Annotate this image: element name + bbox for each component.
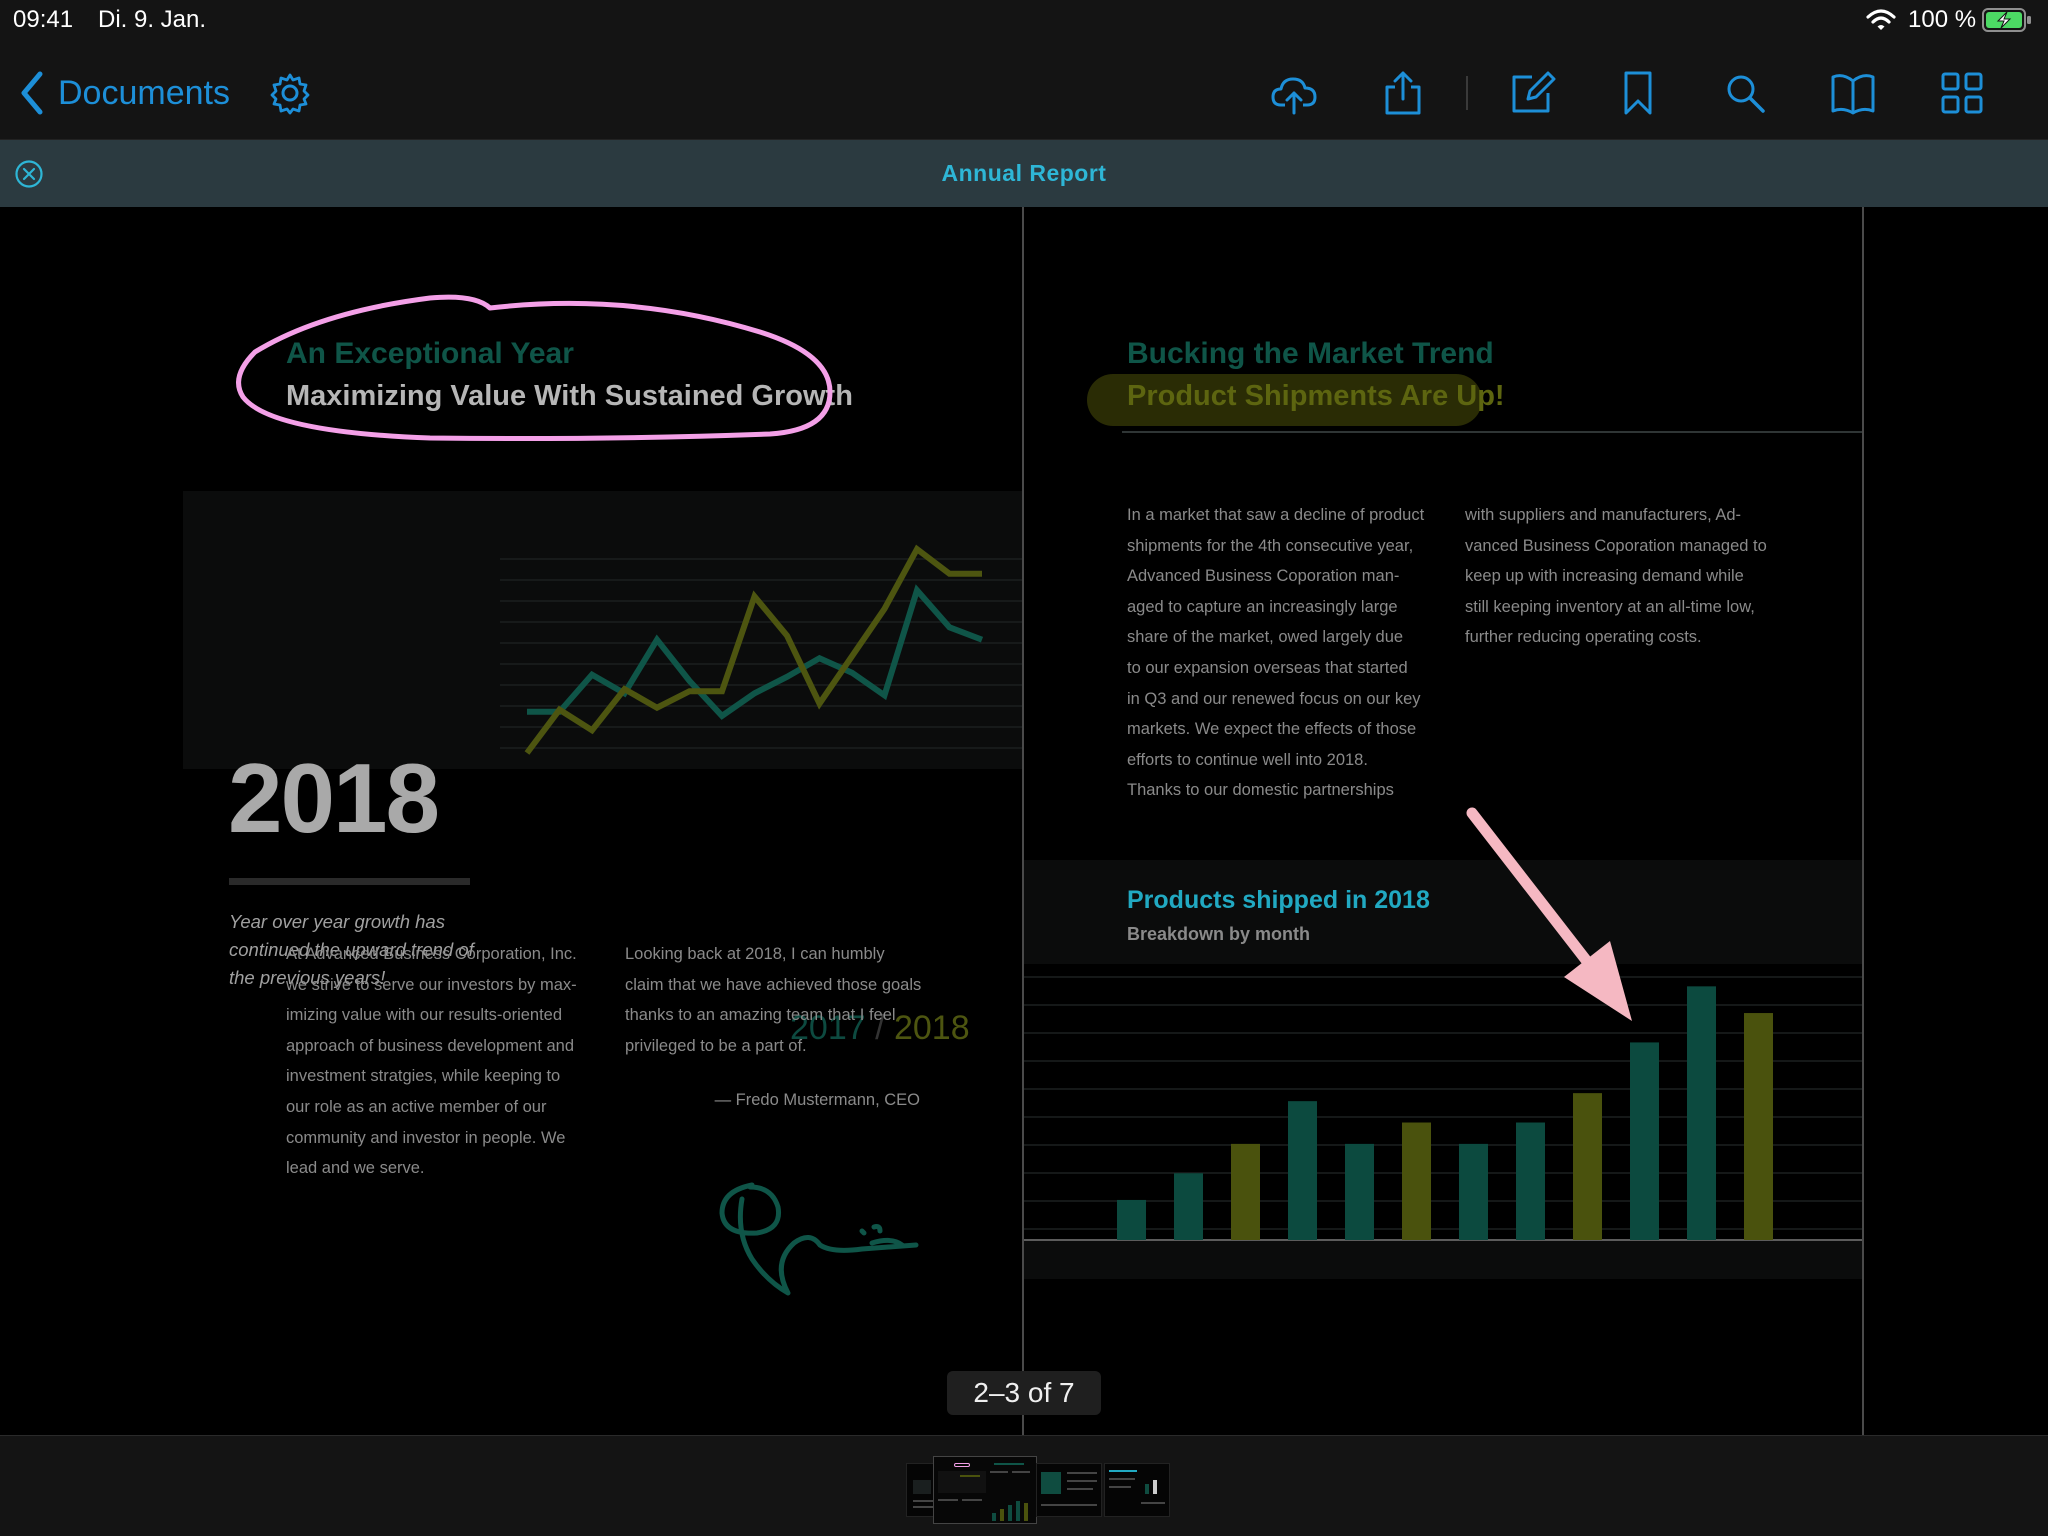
- text-line: our role as an active member of our: [286, 1097, 547, 1116]
- reading-mode-button[interactable]: [1826, 66, 1880, 120]
- products-shipped-bar-chart: [1024, 976, 1862, 1279]
- left-page-column-1: At Advanced Business Corporation, Inc. we…: [286, 939, 596, 1184]
- text-line: to our expansion overseas that started: [1127, 658, 1408, 677]
- bar-month-4: [1288, 1101, 1317, 1240]
- text-line: approach of business development and: [286, 1036, 575, 1055]
- edit-annotate-icon: [1512, 71, 1556, 113]
- text-line: investment stratgies, while keeping to: [286, 1067, 561, 1086]
- right-page-subheading: Product Shipments Are Up!: [1127, 380, 1505, 412]
- bar-month-3: [1231, 1143, 1260, 1240]
- share-icon: [1385, 71, 1421, 115]
- text-line: claim that we have achieved those goals: [625, 975, 922, 994]
- bar-month-7: [1459, 1143, 1488, 1240]
- line-series-2017: [527, 584, 984, 720]
- back-documents-button[interactable]: Documents: [18, 66, 230, 120]
- search-button[interactable]: [1718, 66, 1772, 120]
- bar-month-6: [1402, 1122, 1431, 1240]
- document-spread[interactable]: An Exceptional Year Maximizing Value Wit…: [0, 207, 2048, 1435]
- thumbnail-pages-6-7[interactable]: [1104, 1463, 1170, 1517]
- text-line: Thanks to our domestic partnerships: [1127, 781, 1394, 800]
- close-icon[interactable]: [14, 159, 44, 189]
- text-line: further reducing operating costs.: [1465, 628, 1702, 647]
- bar-chart-subtitle: Breakdown by month: [1127, 924, 1311, 944]
- bar-month-2: [1174, 1173, 1203, 1240]
- bar-month-9: [1573, 1093, 1602, 1240]
- document-title: Annual Report: [941, 160, 1107, 186]
- document-title-bar: Annual Report: [0, 140, 2048, 207]
- toolbar-separator: [1466, 76, 1468, 110]
- page-right-edge: [1862, 207, 1864, 1435]
- text-line: privileged to be a part of.: [625, 1036, 807, 1055]
- text-line: keep up with increasing demand while: [1465, 567, 1744, 586]
- text-line: community and investor in people. We: [286, 1128, 566, 1147]
- text-line: imizing value with our results-oriented: [286, 1006, 563, 1025]
- text-line: share of the market, owed largely due: [1127, 628, 1404, 647]
- thumbnail-pages-4-5[interactable]: [1036, 1463, 1102, 1517]
- handwritten-signature: [719, 1182, 919, 1296]
- text-line: thanks to an amazing team that I feel: [625, 1006, 896, 1025]
- bar-month-11: [1687, 986, 1716, 1240]
- reading-mode-book-icon: [1831, 74, 1875, 115]
- text-line: Advanced Business Coporation man-: [1127, 567, 1400, 586]
- bookmark-button[interactable]: [1611, 66, 1665, 120]
- pink-circle-annotation[interactable]: [230, 282, 840, 462]
- pink-arrow-annotation[interactable]: [1460, 801, 1660, 1051]
- year-rule: [229, 878, 470, 885]
- grid-view-icon: [1941, 72, 1983, 114]
- text-line: aged to capture an increasingly large: [1127, 597, 1398, 616]
- back-label: Documents: [58, 73, 230, 112]
- text-line: we strive to serve our investors by max-: [286, 975, 577, 994]
- text-line: efforts to continue well into 2018.: [1127, 750, 1368, 769]
- text-line: with suppliers and manufacturers, Ad-: [1465, 506, 1742, 524]
- cloud-upload-icon: [1271, 77, 1317, 115]
- text-line: still keeping inventory at an all-time l…: [1465, 597, 1755, 616]
- bar-chart-title: Products shipped in 2018: [1127, 886, 1430, 914]
- wifi-icon: [1866, 9, 1896, 30]
- text-line: In a market that saw a decline of produc…: [1127, 506, 1425, 524]
- bar-month-8: [1516, 1122, 1545, 1240]
- text-line: lead and we serve.: [286, 1159, 425, 1178]
- growth-line-chart: [500, 544, 1022, 755]
- status-date: Di. 9. Jan.: [98, 6, 207, 33]
- battery-percent: 100 %: [1908, 6, 1977, 33]
- right-page-column-1: In a market that saw a decline of produc…: [1127, 500, 1457, 806]
- toolbar: Documents: [0, 40, 2048, 140]
- status-bar: 09:41 Di. 9. Jan. 100 %: [0, 0, 2048, 40]
- settings-gear-icon: [270, 73, 310, 115]
- status-time: 09:41: [13, 6, 74, 33]
- text-line: vanced Business Coporation managed to: [1465, 536, 1767, 555]
- thumbnail-pages-2-3[interactable]: [933, 1456, 1037, 1524]
- bar-month-12: [1744, 1013, 1773, 1240]
- page-indicator: 2–3 of 7: [947, 1371, 1101, 1415]
- settings-button[interactable]: [263, 66, 317, 120]
- annotate-button[interactable]: [1505, 66, 1559, 120]
- bar-month-10: [1630, 1042, 1659, 1240]
- share-button[interactable]: [1376, 66, 1430, 120]
- text-line: Looking back at 2018, I can humbly: [625, 945, 885, 963]
- battery-charging-icon: [1982, 8, 2031, 32]
- bar-chart-footer: [1024, 1240, 1862, 1279]
- heading-rule: [1122, 431, 1862, 433]
- ceo-signature-caption: — Fredo Mustermann, CEO: [714, 1091, 920, 1109]
- text-line: At Advanced Business Corporation, Inc.: [286, 945, 577, 963]
- text-line: markets. We expect the effects of those: [1127, 720, 1417, 739]
- left-page-column-2: Looking back at 2018, I can humbly claim …: [625, 939, 935, 1061]
- bookmark-icon: [1624, 71, 1652, 115]
- grid-view-button[interactable]: [1935, 66, 1989, 120]
- year-figure: 2018: [228, 743, 440, 853]
- search-icon: [1727, 75, 1765, 113]
- text-line: shipments for the 4th consecutive year,: [1127, 536, 1414, 555]
- bar-month-5: [1345, 1143, 1374, 1240]
- right-page-column-2: with suppliers and manufacturers, Ad-van…: [1465, 500, 1795, 653]
- bar-month-1: [1117, 1199, 1146, 1240]
- text-line: in Q3 and our renewed focus on our key: [1127, 689, 1421, 708]
- page-thumbnail-strip: [0, 1435, 2048, 1536]
- right-page-heading: Bucking the Market Trend: [1127, 337, 1494, 370]
- chevron-left-icon: [21, 71, 43, 115]
- cloud-upload-button[interactable]: [1268, 66, 1322, 120]
